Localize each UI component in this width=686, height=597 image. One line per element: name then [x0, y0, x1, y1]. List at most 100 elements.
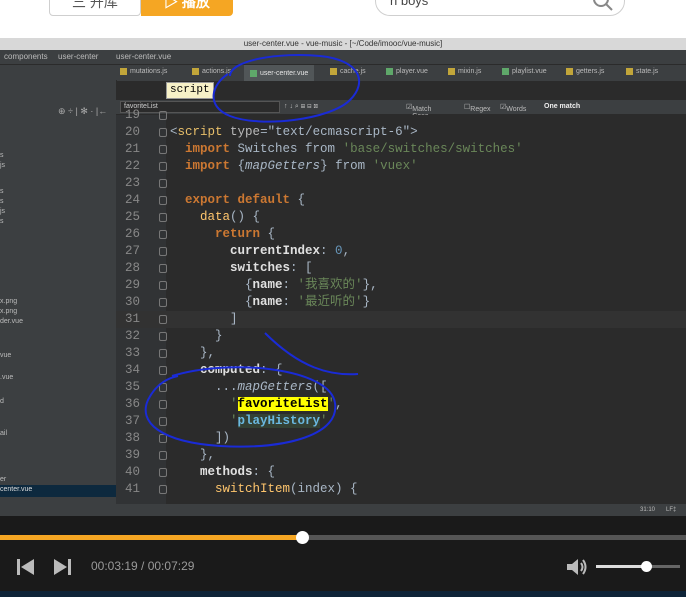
fold-icon[interactable]: [159, 111, 167, 120]
fold-icon[interactable]: [159, 179, 167, 188]
line-number: 29: [124, 278, 140, 292]
tree-item[interactable]: s: [0, 152, 4, 159]
code-line[interactable]: 29 {name: '我喜欢的'},: [116, 277, 686, 294]
site-header: 三 开库 ▷ 播放 h boys: [0, 0, 686, 30]
fold-icon[interactable]: [159, 128, 167, 137]
search-icon[interactable]: [592, 0, 614, 12]
search-box[interactable]: h boys: [375, 0, 625, 16]
code-line[interactable]: 20 <script type="text/ecmascript-6">: [116, 124, 686, 141]
code-line[interactable]: 27 currentIndex: 0,: [116, 243, 686, 260]
fold-icon[interactable]: [159, 315, 167, 324]
code-line[interactable]: 31 ]: [116, 311, 686, 328]
code-line[interactable]: 24 export default {: [116, 192, 686, 209]
code-line[interactable]: 32 }: [116, 328, 686, 345]
tab-cache[interactable]: cache.js: [330, 68, 366, 75]
tree-item[interactable]: js: [0, 208, 5, 215]
fold-icon[interactable]: [159, 383, 167, 392]
volume-slider[interactable]: [596, 561, 680, 572]
fold-icon[interactable]: [159, 196, 167, 205]
settings-icon[interactable]: ⊕ ÷ | ✻ · |←: [58, 106, 107, 117]
breadcrumb-item[interactable]: components: [4, 52, 48, 61]
code-text: import {mapGetters} from 'vuex': [185, 159, 418, 173]
fold-icon[interactable]: [159, 485, 167, 494]
code-line[interactable]: 28 switches: [: [116, 260, 686, 277]
fold-icon[interactable]: [159, 145, 167, 154]
fold-icon[interactable]: [159, 400, 167, 409]
tree-item[interactable]: x.png: [0, 298, 17, 305]
tree-item[interactable]: ail: [0, 430, 7, 437]
code-text: {name: '我喜欢的'},: [170, 278, 378, 292]
progress-handle[interactable]: [295, 531, 309, 544]
code-line[interactable]: 23: [116, 175, 686, 192]
tree-item[interactable]: s: [0, 188, 4, 195]
code-line[interactable]: 37 'playHistory': [116, 413, 686, 430]
tab-getters[interactable]: getters.js: [566, 68, 604, 75]
fold-icon[interactable]: [159, 417, 167, 426]
js-file-icon: [566, 68, 573, 75]
fold-icon[interactable]: [159, 366, 167, 375]
fold-icon[interactable]: [159, 434, 167, 443]
tab-mutations[interactable]: mutations.js: [120, 68, 167, 75]
tab-mixin[interactable]: mixin.js: [448, 68, 481, 75]
code-line[interactable]: 40 methods: {: [116, 464, 686, 481]
volume-icon[interactable]: [566, 557, 588, 577]
fold-icon[interactable]: [159, 298, 167, 307]
tree-item[interactable]: s: [0, 198, 4, 205]
tab-actions[interactable]: actions.js: [192, 68, 231, 75]
line-number: 27: [124, 244, 140, 258]
fold-icon[interactable]: [159, 162, 167, 171]
tree-item[interactable]: js: [0, 162, 5, 169]
library-button[interactable]: 三 开库: [49, 0, 141, 16]
code-line[interactable]: 30 {name: '最近听的'}: [116, 294, 686, 311]
tree-item[interactable]: .vue: [0, 374, 13, 381]
tab-player[interactable]: player.vue: [386, 68, 428, 75]
progress-fill: [0, 535, 302, 540]
code-line[interactable]: 19: [116, 107, 686, 124]
code-line[interactable]: 38 ]): [116, 430, 686, 447]
breadcrumb-item[interactable]: user-center.vue: [116, 52, 171, 61]
fold-icon[interactable]: [159, 230, 167, 239]
previous-icon[interactable]: [16, 558, 36, 576]
fold-icon[interactable]: [159, 247, 167, 256]
breadcrumb-item[interactable]: user-center: [58, 52, 98, 61]
code-line[interactable]: 34 computed: {: [116, 362, 686, 379]
fold-icon[interactable]: [159, 213, 167, 222]
play-button[interactable]: ▷ 播放: [141, 0, 233, 16]
code-line[interactable]: 33 },: [116, 345, 686, 362]
code-text: {name: '最近听的'}: [170, 295, 371, 309]
tree-item[interactable]: d: [0, 398, 4, 405]
code-line[interactable]: 41 switchItem(index) {: [116, 481, 686, 498]
next-icon[interactable]: [52, 558, 72, 576]
time-display: 00:03:19 / 00:07:29: [91, 559, 195, 573]
code-line[interactable]: 22 import {mapGetters} from 'vuex': [116, 158, 686, 175]
progress-bar[interactable]: [0, 531, 686, 544]
fold-icon[interactable]: [159, 349, 167, 358]
line-number: 35: [124, 380, 140, 394]
tree-item[interactable]: x.png: [0, 308, 17, 315]
search-input[interactable]: h boys: [390, 0, 428, 8]
tab-state[interactable]: state.js: [626, 68, 658, 75]
tab-playlist[interactable]: playlist.vue: [502, 68, 547, 75]
tree-item[interactable]: s: [0, 218, 4, 225]
volume-handle[interactable]: [641, 561, 653, 572]
code-line[interactable]: 35 ...mapGetters([: [116, 379, 686, 396]
tree-item-selected[interactable]: center.vue: [0, 485, 116, 497]
tree-item[interactable]: er: [0, 476, 6, 483]
code-line[interactable]: 39 },: [116, 447, 686, 464]
fold-icon[interactable]: [159, 332, 167, 341]
code-line[interactable]: 36 'favoriteList',: [116, 396, 686, 413]
tab-user-center[interactable]: user-center.vue: [244, 65, 315, 81]
code-editor[interactable]: 19 20 <script type="text/ecmascript-6"> 21 …: [116, 108, 686, 510]
code-line[interactable]: 26 return {: [116, 226, 686, 243]
tree-item[interactable]: vue: [0, 352, 11, 359]
tree-item[interactable]: der.vue: [0, 318, 23, 325]
fold-icon[interactable]: [159, 264, 167, 273]
code-line[interactable]: 25 data() {: [116, 209, 686, 226]
code-text: import Switches from 'base/switches/swit…: [185, 142, 523, 156]
line-number: 36: [124, 397, 140, 411]
code-line[interactable]: 21 import Switches from 'base/switches/s…: [116, 141, 686, 158]
code-text: },: [170, 448, 216, 462]
fold-icon[interactable]: [159, 281, 167, 290]
fold-icon[interactable]: [159, 468, 167, 477]
fold-icon[interactable]: [159, 451, 167, 460]
